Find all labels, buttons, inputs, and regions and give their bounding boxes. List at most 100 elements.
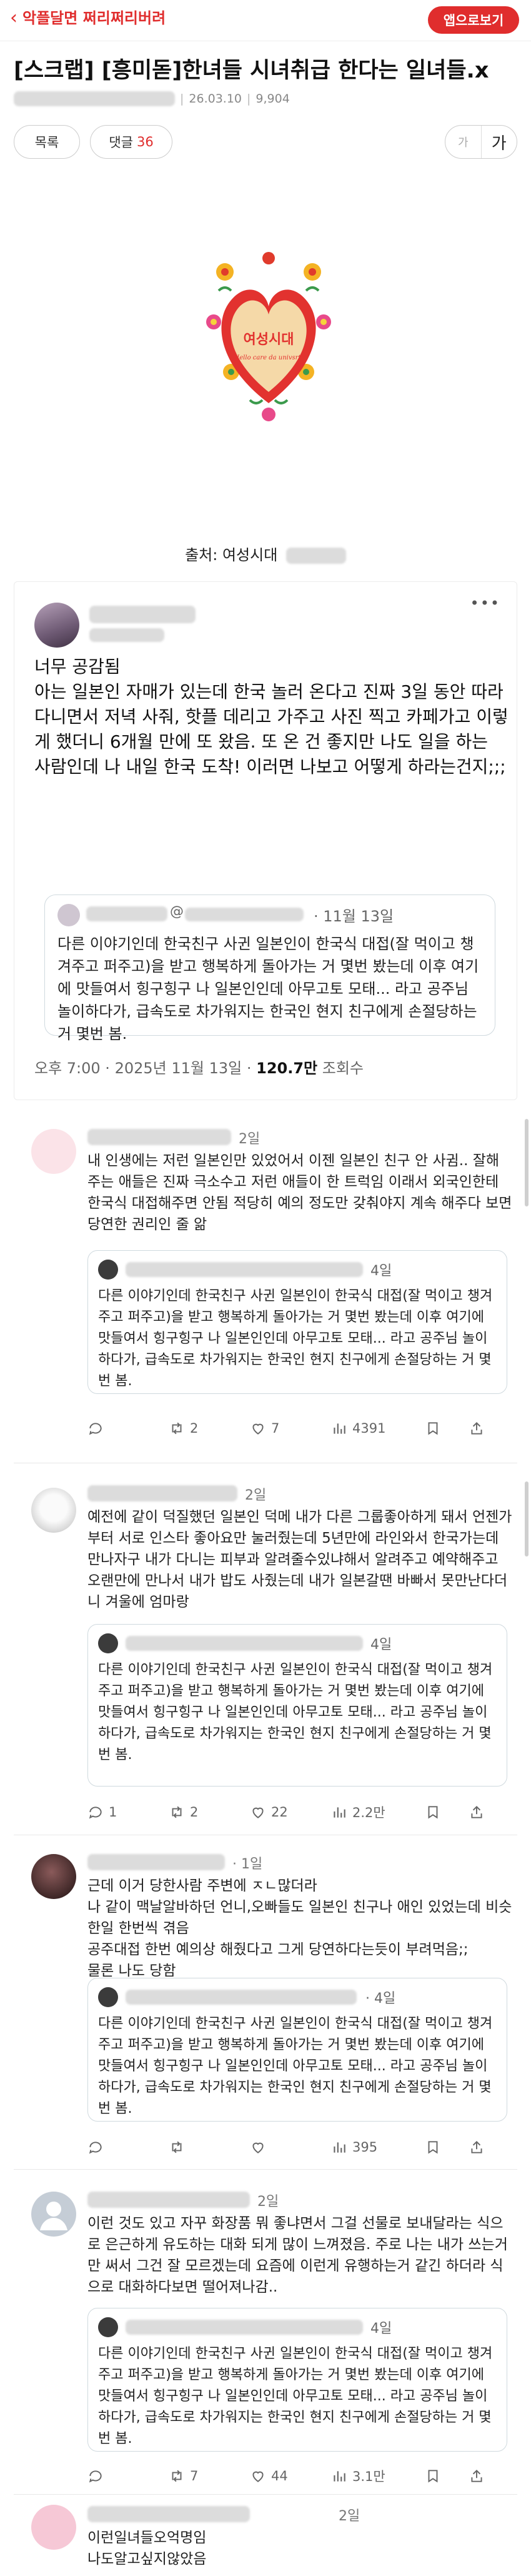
brand-link[interactable]: ‹ 악플달면 쩌리쩌리버려 — [10, 8, 166, 29]
reply-age: · 1일 — [232, 1857, 263, 1872]
author-name-redacted[interactable] — [14, 91, 175, 106]
bar-chart-icon — [334, 2142, 345, 2153]
meta-separator: | — [247, 92, 251, 106]
scrollbar-thumb[interactable] — [525, 1119, 529, 1206]
reply-text: 이런일녀들오억명임 나도알고싶지않았음 — [87, 2530, 207, 2567]
logo-text: 여성시대 — [244, 332, 294, 348]
like-button[interactable] — [250, 2139, 331, 2155]
scrollbar-thumb[interactable] — [525, 1481, 529, 1556]
views-button[interactable]: 2.2만 — [331, 1803, 425, 1822]
avatar[interactable] — [34, 603, 79, 648]
bookmark-button[interactable] — [425, 1420, 469, 1436]
bookmark-icon — [428, 1806, 438, 1819]
font-large-button[interactable]: 가 — [482, 126, 517, 158]
retweet-button[interactable]: 2 — [169, 1420, 250, 1436]
retweet-icon — [172, 2141, 182, 2153]
tweet-footer: 오후 7:00 · 2025년 11월 13일 · 120.7만 조회수 — [34, 1056, 364, 1078]
reply-button[interactable]: 1 — [87, 1804, 169, 1820]
views-button[interactable]: 4391 — [331, 1420, 425, 1436]
comments-button-label: 댓글 — [109, 135, 133, 150]
share-button[interactable] — [469, 1420, 500, 1436]
share-button[interactable] — [469, 2468, 500, 2484]
reply-button[interactable] — [87, 2468, 169, 2484]
heart-icon — [252, 2471, 264, 2482]
quote-author-redacted — [126, 1262, 363, 1277]
caption-redacted — [285, 548, 346, 564]
divider — [14, 2494, 517, 2495]
reply-author-redacted[interactable] — [87, 1854, 225, 1870]
page-title: [스크랩] [흥미돋]한녀들 시녀취급 한다는 일녀들.x — [14, 58, 489, 83]
reply-age: 2일 — [239, 1131, 261, 1147]
retweet-icon — [172, 2470, 182, 2482]
top-bar: ‹ 악플달면 쩌리쩌리버려 앱으로보기 — [0, 0, 531, 41]
retweet-count: 2 — [190, 1805, 199, 1820]
avatar[interactable] — [31, 2192, 76, 2237]
like-button[interactable]: 44 — [250, 2468, 331, 2484]
quote-text: 다른 이야기인데 한국친구 사귄 일본인이 한국식 대접(잘 먹이고 챙겨주고 … — [57, 935, 479, 1043]
views-button[interactable]: 395 — [331, 2139, 425, 2155]
quote-text: 다른 이야기인데 한국친구 사귄 일본인이 한국식 대접(잘 먹이고 챙겨주고 … — [98, 1662, 493, 1763]
back-chevron-icon[interactable]: ‹ — [10, 8, 17, 28]
divider — [14, 2169, 517, 2170]
open-app-button[interactable]: 앱으로보기 — [428, 6, 519, 34]
view-count: 2.2만 — [352, 1805, 385, 1820]
quote-date-text: 11월 13일 — [323, 908, 394, 925]
tweet-author-redacted[interactable] — [89, 606, 196, 623]
avatar — [98, 1633, 118, 1653]
quote-date: · 4일 — [365, 1991, 396, 2007]
more-options-icon[interactable]: ••• — [470, 594, 500, 612]
post-action-row: 목록 댓글 36 가 가 — [14, 125, 517, 161]
share-button[interactable] — [469, 2139, 500, 2155]
quote-author-redacted — [126, 2320, 363, 2335]
avatar — [98, 1987, 118, 2007]
avatar[interactable] — [31, 1488, 76, 1533]
views-button[interactable]: 3.1만 — [331, 2467, 425, 2485]
quoted-tweet[interactable]: 4일 다른 이야기인데 한국친구 사귄 일본인이 한국식 대접(잘 먹이고 챙겨… — [87, 1250, 507, 1394]
reply-author-redacted[interactable] — [87, 2506, 250, 2522]
reply-author-redacted[interactable] — [87, 1485, 237, 1501]
quote-date: 4일 — [370, 1637, 392, 1653]
like-button[interactable]: 22 — [250, 1804, 331, 1820]
reply-author-redacted[interactable] — [87, 1129, 231, 1145]
share-icon — [471, 2140, 482, 2153]
reply-card: 2일 내 인생에는 저런 일본인만 있었어서 이젠 일본인 친구 안 사귐.. … — [14, 1125, 517, 1488]
post-meta: | 26.03.10 | 9,904 — [14, 91, 290, 106]
share-button[interactable] — [469, 1804, 500, 1820]
retweet-button[interactable]: 2 — [169, 1804, 250, 1820]
bookmark-button[interactable] — [425, 2468, 469, 2484]
reply-card: 2일 예전에 같이 덕질했던 일본인 덕메 내가 다른 그룹좋아하게 돼서 언젠… — [14, 1481, 517, 1857]
quote-text: 다른 이야기인데 한국친구 사귄 일본인이 한국식 대접(잘 먹이고 챙겨주고 … — [98, 1288, 493, 1389]
quote-date: 4일 — [370, 2321, 392, 2337]
post-date: 26.03.10 — [189, 92, 242, 106]
retweet-button[interactable] — [169, 2139, 250, 2155]
reply-author-redacted[interactable] — [87, 2192, 250, 2208]
retweet-button[interactable]: 7 — [169, 2468, 250, 2484]
like-button[interactable]: 7 — [250, 1420, 331, 1436]
reply-card: 2일 이런일녀들오억명임 나도알고싶지않았음 — [14, 2503, 517, 2576]
bar-chart-icon — [334, 1423, 345, 1434]
heart-icon — [252, 1807, 264, 1818]
avatar[interactable] — [31, 1854, 76, 1899]
reply-text: 예전에 같이 덕질했던 일본인 덕메 내가 다른 그룹좋아하게 돼서 언젠가부터… — [87, 1509, 512, 1610]
reply-age: 2일 — [245, 1488, 267, 1503]
reply-action-bar: 2 7 4391 — [87, 1419, 512, 1438]
list-button[interactable]: 목록 — [14, 125, 80, 159]
avatar[interactable] — [31, 2505, 76, 2550]
bookmark-button[interactable] — [425, 1804, 469, 1820]
reply-button[interactable] — [87, 1420, 169, 1436]
quoted-tweet[interactable]: 4일 다른 이야기인데 한국친구 사귄 일본인이 한국식 대접(잘 먹이고 챙겨… — [87, 1624, 507, 1787]
reply-button[interactable] — [87, 2139, 169, 2155]
embedded-tweet: ••• 너무 공감됨 아는 일본인 자매가 있는데 한국 놀러 온다고 진짜 3… — [14, 581, 517, 1100]
font-small-button[interactable]: 가 — [445, 126, 482, 158]
quote-author-redacted — [126, 1636, 363, 1651]
bookmark-button[interactable] — [425, 2139, 469, 2155]
reply-count: 1 — [109, 1805, 117, 1820]
comments-button[interactable]: 댓글 36 — [90, 125, 172, 159]
quoted-tweet[interactable]: 4일 다른 이야기인데 한국친구 사귄 일본인이 한국식 대접(잘 먹이고 챙겨… — [87, 2308, 507, 2452]
quoted-tweet[interactable]: @ · 11월 13일 다른 이야기인데 한국친구 사귄 일본인이 한국식 대접… — [44, 895, 495, 1043]
reply-action-bar: 1 2 22 2.2만 — [87, 1803, 512, 1822]
avatar[interactable] — [31, 1129, 76, 1174]
image-source-caption: 출처: 여성시대 — [0, 543, 531, 564]
like-count: 44 — [271, 2468, 288, 2483]
quoted-tweet[interactable]: · 4일 다른 이야기인데 한국친구 사귄 일본인이 한국식 대접(잘 먹이고 … — [87, 1978, 507, 2122]
